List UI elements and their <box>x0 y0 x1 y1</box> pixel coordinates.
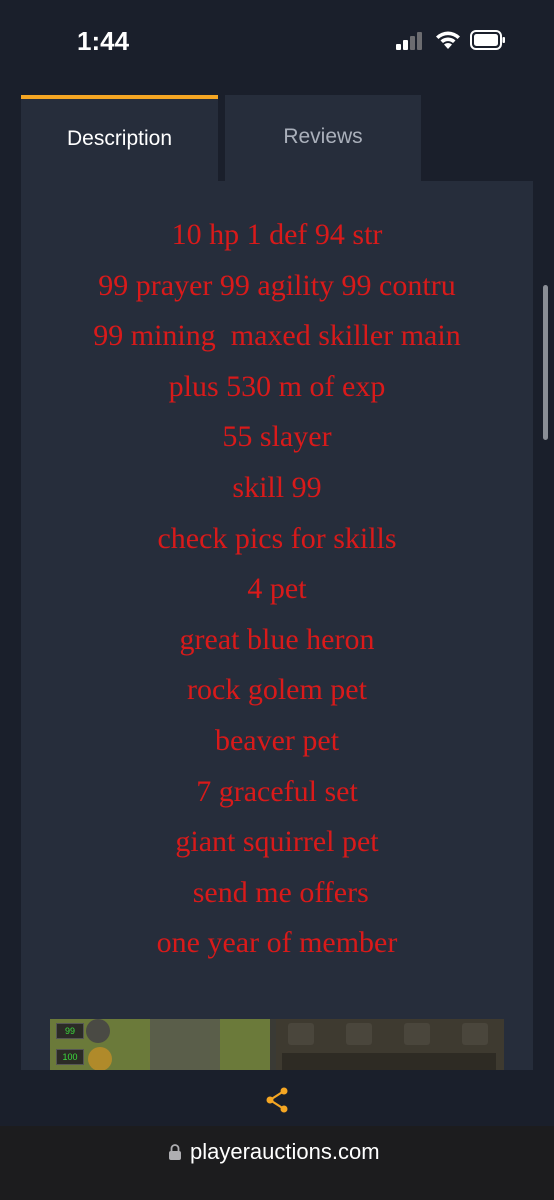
swords-icon <box>404 1023 430 1045</box>
description-line: giant squirrel pet <box>175 825 379 859</box>
description-line: 7 graceful set <box>196 774 358 808</box>
tab-description[interactable]: Description <box>21 95 218 181</box>
address-bar[interactable]: playerauctions.com <box>0 1126 554 1200</box>
orb-value: 100 <box>62 1052 78 1062</box>
description-text: 10 hp 1 def 94 str 99 prayer 99 agility … <box>21 215 533 974</box>
coin-icon <box>88 1047 112 1070</box>
game-interface-panel <box>276 1019 504 1070</box>
rainbow-icon <box>462 1023 488 1045</box>
tab-description-label: Description <box>66 127 173 150</box>
lock-icon <box>169 1144 181 1160</box>
description-line: 99 prayer 99 agility 99 contru <box>98 268 456 302</box>
status-time: 1:44 <box>77 26 130 56</box>
battery-icon <box>470 30 505 50</box>
description-line: 4 pet <box>247 572 307 606</box>
tab-bar: Description Reviews <box>21 95 533 181</box>
description-panel: 10 hp 1 def 94 str 99 prayer 99 agility … <box>21 181 533 1070</box>
shield-icon <box>346 1023 372 1045</box>
tab-reviews-label: Reviews <box>283 125 363 148</box>
description-line: send me offers <box>185 875 369 909</box>
minimap-image: 99 100 <box>50 1019 270 1070</box>
compass-icon <box>86 1019 110 1043</box>
description-line: 55 slayer <box>222 420 332 454</box>
description-line: rock golem pet <box>187 673 367 707</box>
status-bar: 1:44 <box>0 0 554 90</box>
listing-screenshot[interactable]: 99 100 <box>50 1019 504 1070</box>
description-line: plus 530 m of exp <box>168 369 386 403</box>
description-line: 10 hp 1 def 94 str <box>171 218 383 251</box>
cellular-signal-icon <box>396 32 426 50</box>
browser-bottom-bar: playerauctions.com <box>0 1070 554 1200</box>
description-line: check pics for skills <box>157 521 397 555</box>
url-text: playerauctions.com <box>190 1139 380 1164</box>
description-line: one year of member <box>156 926 398 960</box>
hitpoints-orb: 99 <box>56 1023 84 1039</box>
description-line: skill 99 <box>232 470 322 504</box>
description-line: 99 mining maxed skiller main <box>93 319 461 353</box>
tab-reviews[interactable]: Reviews <box>225 95 421 181</box>
description-line: great blue heron <box>179 622 375 656</box>
scrollbar[interactable] <box>543 285 548 440</box>
skull-icon <box>288 1023 314 1045</box>
description-line: beaver pet <box>214 723 340 757</box>
prayer-orb: 100 <box>56 1049 84 1065</box>
share-icon[interactable] <box>264 1086 290 1114</box>
orb-value: 99 <box>64 1026 75 1036</box>
wifi-icon <box>436 31 460 49</box>
